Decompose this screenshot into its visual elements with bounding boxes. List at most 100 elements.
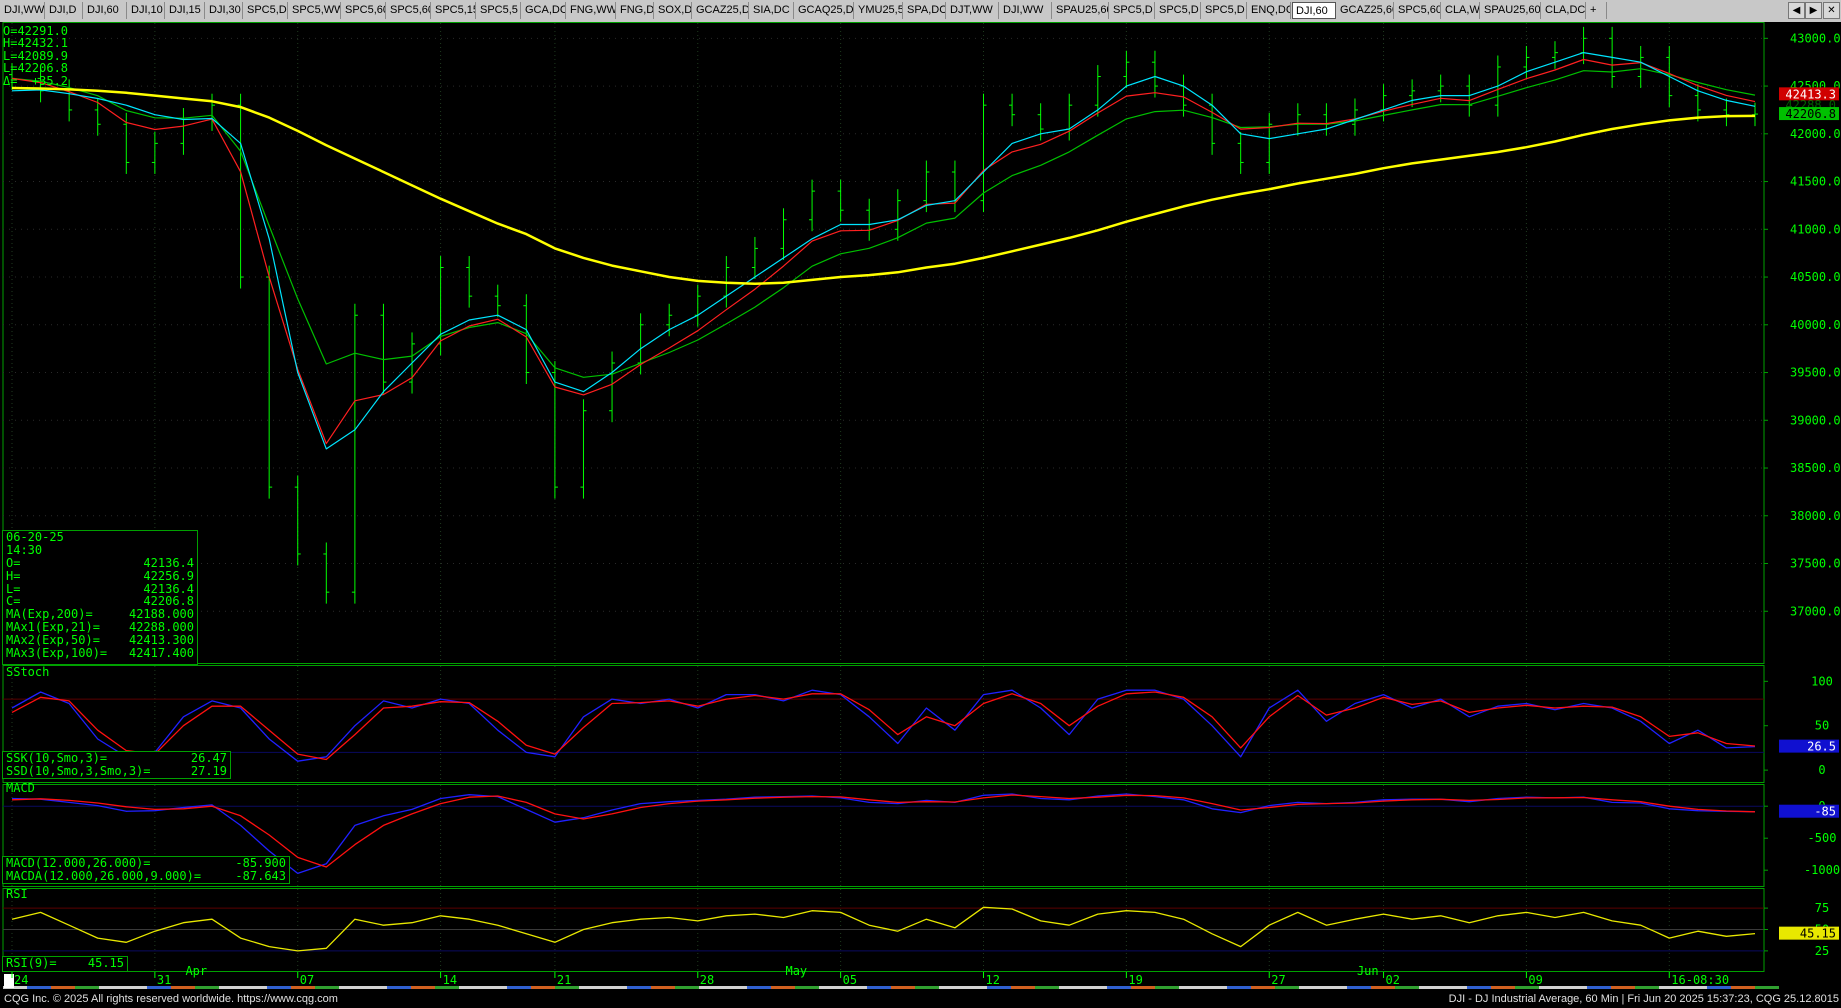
readout-row: SSK(10,Smo,3)= 26.47 xyxy=(3,752,230,765)
session-strip xyxy=(963,986,987,989)
session-strip xyxy=(531,986,555,989)
session-strip xyxy=(387,986,411,989)
cursor-info-box: 06-20-25 14:30 O= 42136.4 H= 42256.9 L= 42136… xyxy=(2,530,198,665)
status-bar: CQG Inc. © 2025 All rights reserved worl… xyxy=(0,990,1841,1008)
session-strip xyxy=(1155,986,1179,989)
symbol-tab[interactable]: SPC5,60 xyxy=(1395,2,1441,19)
readout-value: 42256.9 xyxy=(143,568,194,583)
symbol-tab[interactable]: DJI,60 xyxy=(1292,2,1336,19)
day-label: 27 xyxy=(1271,973,1285,987)
readout-value: 26.47 xyxy=(190,751,227,765)
symbol-tab[interactable]: SPAU25,60 xyxy=(1481,2,1541,19)
session-strip xyxy=(1563,986,1587,989)
symbol-tab[interactable]: FNG,D xyxy=(617,2,654,19)
session-strip xyxy=(267,986,291,989)
symbol-tab[interactable]: GCAZ25,60 xyxy=(1337,2,1394,19)
day-label: 12 xyxy=(986,973,1000,987)
readout-row: RSI(9)= 45.15 xyxy=(3,957,127,970)
readout-value: 42136.4 xyxy=(143,555,194,570)
session-strip xyxy=(171,986,195,989)
readout-row: SSD(10,Smo,3,Smo,3)= 27.19 xyxy=(3,763,230,778)
symbol-tab[interactable]: YMU25,5 xyxy=(855,2,903,19)
symbol-tab[interactable]: CLA,W xyxy=(1442,2,1480,19)
readout-value: 42417.400 xyxy=(128,646,194,661)
symbol-tab[interactable]: DJI,WW xyxy=(1,2,45,19)
readout-row: H= 42256.9 xyxy=(3,568,197,583)
session-strip xyxy=(603,986,627,989)
scroll-right-button[interactable]: ▶ xyxy=(1805,2,1822,19)
symbol-tab[interactable]: GCAQ25,D xyxy=(795,2,854,19)
session-strip xyxy=(795,986,819,989)
ohlc-readout-line: Δ= +35.2 xyxy=(3,73,69,88)
symbol-tab[interactable]: SPC5,D xyxy=(1156,2,1201,19)
session-strip xyxy=(507,986,531,989)
symbol-tab[interactable]: SOX,D xyxy=(655,2,692,19)
session-strip xyxy=(1635,986,1659,989)
session-strip xyxy=(1419,986,1443,989)
session-strip xyxy=(1347,986,1371,989)
session-strip xyxy=(1611,986,1635,989)
symbol-tab[interactable]: SIA,DC xyxy=(750,2,794,19)
scroll-left-button[interactable]: ◀ xyxy=(1788,2,1805,19)
readout-label: SSD(10,Smo,3,Smo,3)= xyxy=(6,763,151,778)
session-strip xyxy=(651,986,675,989)
symbol-tab[interactable]: GCAZ25,D xyxy=(693,2,749,19)
symbol-tab[interactable]: DJI,10 xyxy=(128,2,165,19)
chart-description: DJI - DJ Industrial Average, 60 Min | Fr… xyxy=(1448,993,1839,1005)
symbol-tab[interactable]: SPA,DC xyxy=(904,2,946,19)
symbol-tab[interactable]: DJT,WW xyxy=(947,2,999,19)
day-label: 16-08:30 xyxy=(1671,973,1729,987)
add-tab-button[interactable]: + xyxy=(1587,2,1607,19)
session-strip xyxy=(747,986,771,989)
symbol-tab[interactable]: SPC5,D xyxy=(244,2,288,19)
macd-title: MACD xyxy=(6,781,35,795)
symbol-tab[interactable]: SPC5,D xyxy=(1202,2,1247,19)
symbol-tab[interactable]: SPC5,5 xyxy=(477,2,521,19)
symbol-tab[interactable]: DJI,60 xyxy=(84,2,127,19)
ohlc-readout-line: L=42206.8 xyxy=(3,61,69,76)
month-label: Apr xyxy=(185,964,207,978)
symbol-tab[interactable]: GCA,DC xyxy=(522,2,566,19)
readout-label: H= xyxy=(6,568,21,583)
panel-axis-label: 100 xyxy=(1811,674,1833,688)
panel-axis-label: -500 xyxy=(1808,831,1837,845)
symbol-tab[interactable]: SPC5,60 xyxy=(387,2,431,19)
symbol-tab[interactable]: SPAU25,60 xyxy=(1053,2,1109,19)
day-label: 31 xyxy=(157,973,171,987)
session-strip xyxy=(1755,986,1779,989)
symbol-tab[interactable]: DJI,30 xyxy=(206,2,243,19)
readout-row: MACD(12.000,26.000)= -85.900 xyxy=(3,857,289,870)
symbol-tab[interactable]: CLA,DC xyxy=(1542,2,1586,19)
readout-row: MACDA(12.000,26.000,9.000)= -87.643 xyxy=(3,869,289,883)
symbol-tab[interactable]: ENQ,DC xyxy=(1248,2,1291,19)
symbol-tab[interactable]: SPC5,15 xyxy=(432,2,476,19)
close-button[interactable]: ✕ xyxy=(1823,2,1840,19)
day-label: 14 xyxy=(443,973,457,987)
symbol-tab[interactable]: SPC5,D xyxy=(1110,2,1155,19)
readout-label: MAx3(Exp,100)= xyxy=(6,646,108,661)
session-strip xyxy=(243,986,267,989)
symbol-tab-bar: DJI,WW DJI,D DJI,60 DJI,10 DJI,15 DJI,30 SPC5,… xyxy=(0,0,1841,23)
readout-row: O= 42136.4 xyxy=(3,555,197,570)
price-axis-label: 39000.00 xyxy=(1790,413,1841,427)
price-axis-label: 37500.00 xyxy=(1790,557,1841,571)
stoch-readout: SSK(10,Smo,3)= 26.47 SSD(10,Smo,3,Smo,3)= 2… xyxy=(2,751,231,779)
session-strip xyxy=(1035,986,1059,989)
price-axis-label: 40000.00 xyxy=(1790,318,1841,332)
symbol-tab[interactable]: DJI,15 xyxy=(166,2,205,19)
info-date: 06-20-25 xyxy=(6,530,64,544)
price-axis-label: 41000.00 xyxy=(1790,222,1841,236)
session-strip xyxy=(1011,986,1035,989)
symbol-tab[interactable]: SPC5,60 xyxy=(342,2,386,19)
session-strip xyxy=(1587,986,1611,989)
chart-area[interactable]: 37000.00 37500.00 38000.00 38500.00 39000.00… xyxy=(0,22,1841,990)
session-strip xyxy=(1203,986,1227,989)
session-strip xyxy=(723,986,747,989)
chart-svg[interactable]: 37000.00 37500.00 38000.00 38500.00 39000.00… xyxy=(0,22,1841,990)
month-label: May xyxy=(785,964,807,978)
session-strip xyxy=(627,986,651,989)
symbol-tab[interactable]: DJI,D xyxy=(46,2,83,19)
symbol-tab[interactable]: SPC5,WW xyxy=(289,2,341,19)
symbol-tab[interactable]: DJI,WW xyxy=(1000,2,1052,19)
symbol-tab[interactable]: FNG,WW xyxy=(567,2,616,19)
